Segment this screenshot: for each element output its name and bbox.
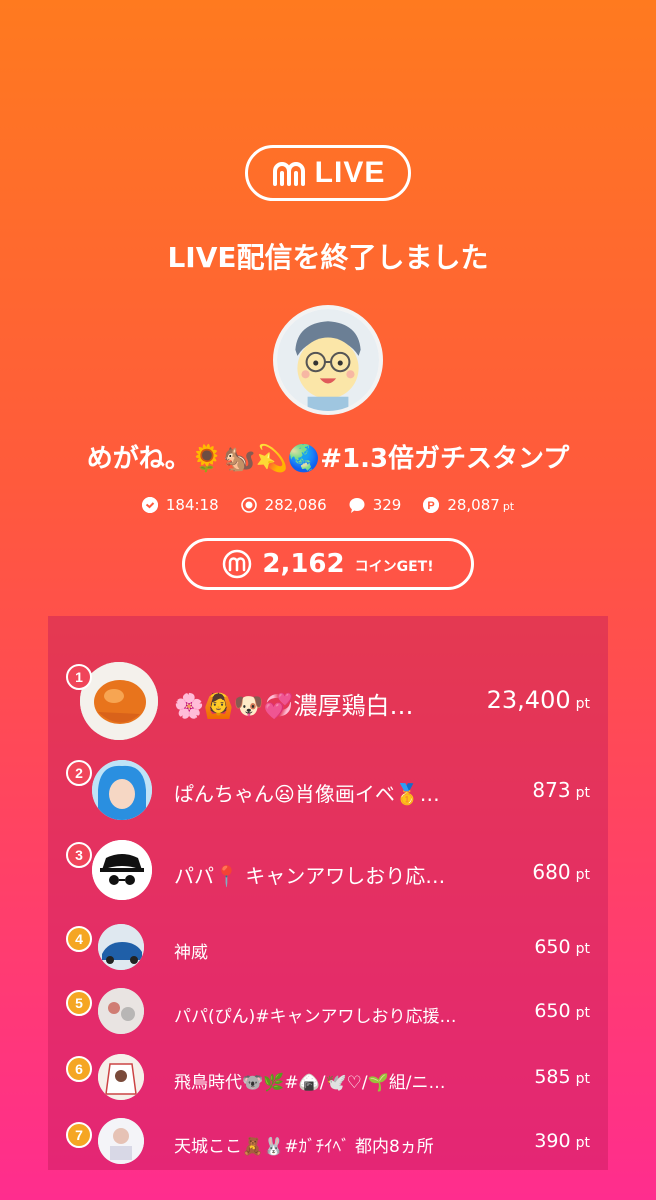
ranking-row-5[interactable]: 5 パパ(ぴん)#キャンアワしおり応援… 650 pt xyxy=(48,984,608,1040)
viewers-stat: 282,086 xyxy=(240,496,327,514)
rank-badge: 5 xyxy=(66,990,92,1016)
svg-text:P: P xyxy=(428,500,435,512)
ranking-row-6[interactable]: 6 飛鳥時代🐨🌿#🍙/🕊️♡/🌱組/ニ… 585 pt xyxy=(48,1050,608,1106)
live-stats: 184:18 282,086 329 P 28,087 pt xyxy=(0,496,656,514)
clock-icon xyxy=(141,497,158,513)
points-unit: pt xyxy=(502,500,515,513)
coin-label: コインGET! xyxy=(354,559,434,575)
ranker-avatar xyxy=(92,760,152,820)
coin-get-badge: 2,162 コインGET! xyxy=(182,538,474,590)
ranker-name: 🌸🙆🐶💞濃厚鶏白… xyxy=(174,692,414,720)
ranker-avatar xyxy=(98,988,144,1034)
comments-stat: 329 xyxy=(349,496,402,514)
ranker-avatar xyxy=(98,1118,144,1164)
ranker-points: 23,400 pt xyxy=(486,686,590,714)
ranking-row-3[interactable]: 3 パパ📍 キャンアワしおり応… 680 pt xyxy=(48,838,608,912)
ranker-points: 650 pt xyxy=(534,1000,590,1022)
ranker-points: 873 pt xyxy=(532,778,590,802)
ranker-avatar xyxy=(98,1054,144,1100)
ranking-row-4[interactable]: 4 神威 650 pt xyxy=(48,920,608,976)
ranker-name: パパ(ぴん)#キャンアワしおり応援… xyxy=(174,1007,457,1027)
rank-badge: 7 xyxy=(66,1122,92,1148)
ranker-name: 神威 xyxy=(174,943,208,963)
ranker-points: 650 pt xyxy=(534,936,590,958)
ranker-points: 585 pt xyxy=(534,1066,590,1088)
comment-bubble-icon xyxy=(349,497,365,513)
streamer-name: めがね。🌻🐿️💫🌏#1.3倍ガチスタンプ xyxy=(86,444,570,474)
viewers-value: 282,086 xyxy=(264,496,327,514)
duration-stat: 184:18 xyxy=(141,496,219,514)
viewers-icon xyxy=(240,497,257,513)
streamer-avatar[interactable] xyxy=(273,305,383,415)
mixchannel-m-icon xyxy=(272,162,305,186)
rank-badge: 6 xyxy=(66,1056,92,1082)
ranking-row-1[interactable]: 1 🌸🙆🐶💞濃厚鶏白… 23,400 pt xyxy=(48,654,608,748)
mixchannel-live-logo: LIVE xyxy=(245,145,411,201)
rank-badge: 2 xyxy=(66,760,92,786)
points-icon: P xyxy=(423,497,440,513)
ranker-avatar xyxy=(98,924,144,970)
ranking-row-2[interactable]: 2 ぱんちゃん😦肖像画イベ🥇… 873 pt xyxy=(48,756,608,830)
ranker-name: 飛鳥時代🐨🌿#🍙/🕊️♡/🌱組/ニ… xyxy=(174,1073,446,1093)
logo-text: LIVE xyxy=(314,156,386,189)
ranker-name: パパ📍 キャンアワしおり応… xyxy=(174,864,446,888)
rank-badge: 3 xyxy=(66,842,92,868)
ranker-name: 天城ここ🧸🐰#ｶﾞﾁｲﾍﾞ 都内8ヵ所 xyxy=(174,1137,434,1157)
ranker-points: 680 pt xyxy=(532,860,590,884)
points-stat: P 28,087 pt xyxy=(423,496,514,514)
live-ended-title: LIVE配信を終了しました xyxy=(167,241,489,274)
gift-ranking-panel: 1 🌸🙆🐶💞濃厚鶏白… 23,400 pt 2 ぱんちゃん😦肖像画イベ🥇… 873… xyxy=(48,616,608,1170)
ranker-name: ぱんちゃん😦肖像画イベ🥇… xyxy=(174,782,440,806)
duration-value: 184:18 xyxy=(165,496,219,514)
rank-badge: 1 xyxy=(66,664,92,690)
coin-amount: 2,162 xyxy=(262,549,345,579)
streamer-avatar-image xyxy=(277,309,379,411)
ranker-points: 390 pt xyxy=(534,1130,590,1152)
rank-badge: 4 xyxy=(66,926,92,952)
ranker-avatar xyxy=(92,840,152,900)
comments-value: 329 xyxy=(372,496,402,514)
points-value: 28,087 xyxy=(447,496,500,514)
ranking-row-7[interactable]: 7 天城ここ🧸🐰#ｶﾞﾁｲﾍﾞ 都内8ヵ所 390 pt xyxy=(48,1116,608,1170)
coin-icon xyxy=(223,549,252,579)
